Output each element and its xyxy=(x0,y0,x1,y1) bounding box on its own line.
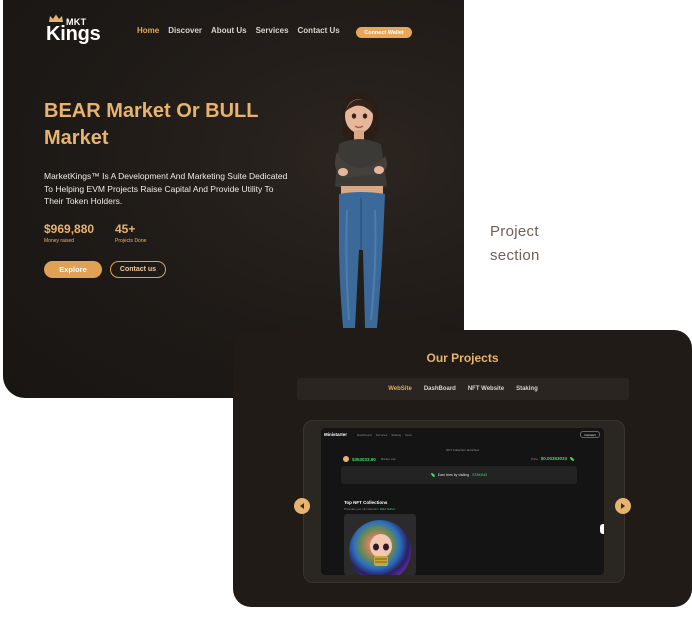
nav-contact-us[interactable]: Contact Us xyxy=(298,26,340,35)
price-value: $0.00353033 xyxy=(540,456,567,461)
screen-nav-item: Docs xyxy=(405,433,413,437)
nav-discover[interactable]: Discover xyxy=(168,26,202,35)
earn-link: STAKING xyxy=(472,473,488,477)
leaf-icon xyxy=(570,456,574,461)
stat-label: Money raised xyxy=(44,238,75,244)
crown-icon xyxy=(49,14,63,22)
nav-services[interactable]: Services xyxy=(256,26,289,35)
collections-sub-text: Provides you nft collection xyxy=(344,507,379,511)
screen-collections-title: Top NFT Collections xyxy=(344,500,388,505)
main-nav: Home Discover About Us Services Contact … xyxy=(137,26,340,35)
stat-label: Projects Done xyxy=(115,238,147,244)
stat-value: 45+ xyxy=(115,222,136,236)
leaf-icon xyxy=(430,473,435,477)
screen-nav-item: Services xyxy=(375,433,388,437)
logo-kings: Kings xyxy=(46,23,101,45)
nft-card xyxy=(344,514,416,575)
explore-button[interactable]: Explore xyxy=(44,261,102,278)
earn-text: Earn fees by visiting xyxy=(437,473,470,477)
tablet-frame: Ministarter Dashboard Services Staking D… xyxy=(303,420,625,583)
hero-title-line1: BEAR Market Or BULL xyxy=(44,100,259,122)
screen-earn-banner: Earn fees by visiting STAKING xyxy=(341,466,577,484)
tab-staking[interactable]: Staking xyxy=(516,386,538,392)
nav-about-us[interactable]: About Us xyxy=(211,26,247,35)
contact-us-button[interactable]: Contact us xyxy=(110,261,166,278)
character-illustration xyxy=(335,92,387,328)
screen-collections-subtitle: Provides you nft collection Hold Tether xyxy=(344,507,395,511)
skull-artwork xyxy=(370,534,392,566)
stat-money-raised: $969,880 Money raised xyxy=(44,222,94,244)
screen-nav: Dashboard Services Staking Docs xyxy=(357,433,412,437)
nav-home[interactable]: Home xyxy=(137,26,159,35)
market-cap-value: $353033.90 xyxy=(352,456,376,462)
coin-icon xyxy=(343,456,349,462)
screen-brand: Ministarter xyxy=(324,432,348,437)
collections-sub-link: Hold Tether xyxy=(379,507,395,511)
section-label: Project section xyxy=(490,220,580,268)
stat-projects-done: 45+ Projects Done xyxy=(115,222,146,244)
section-label-line1: Project xyxy=(490,223,539,240)
chevron-right-icon xyxy=(621,503,625,509)
stat-value: $969,880 xyxy=(44,222,95,236)
hero-title-line2: Market xyxy=(44,127,109,149)
screen-price: Price $0.00353033 xyxy=(531,456,574,461)
tab-nft-website[interactable]: NFT Website xyxy=(468,386,504,392)
screen-nav-item: Dashboard xyxy=(357,433,372,437)
market-cap-label: Market cap xyxy=(380,457,396,461)
tab-website[interactable]: WebSite xyxy=(388,386,412,392)
carousel-prev-button[interactable] xyxy=(294,498,310,514)
screen-nav-item: Staking xyxy=(391,433,402,437)
screen-edge-indicator xyxy=(600,524,604,534)
price-label: Price xyxy=(530,456,538,461)
projects-title: Our Projects xyxy=(426,351,499,365)
carousel-next-button[interactable] xyxy=(615,498,631,514)
hero-description: MarketKings™ Is A Development And Market… xyxy=(44,171,288,206)
screen-connect-button: Connect xyxy=(580,431,600,438)
project-screenshot: Ministarter Dashboard Services Staking D… xyxy=(321,428,604,575)
section-label-line2: section xyxy=(490,247,540,264)
projects-tabs: WebSite DashBoard NFT Website Staking xyxy=(297,378,629,400)
tab-dashboard[interactable]: DashBoard xyxy=(424,386,456,392)
chevron-left-icon xyxy=(300,503,304,509)
connect-wallet-button[interactable]: Connect Wallet xyxy=(356,27,412,38)
hero-title: BEAR Market Or BULL Market xyxy=(44,98,304,152)
screen-top-label: NFT Collection launched xyxy=(446,448,479,452)
screen-market-cap: $353033.90 Market cap xyxy=(343,456,396,462)
projects-card: Our Projects WebSite DashBoard NFT Websi… xyxy=(233,330,692,607)
